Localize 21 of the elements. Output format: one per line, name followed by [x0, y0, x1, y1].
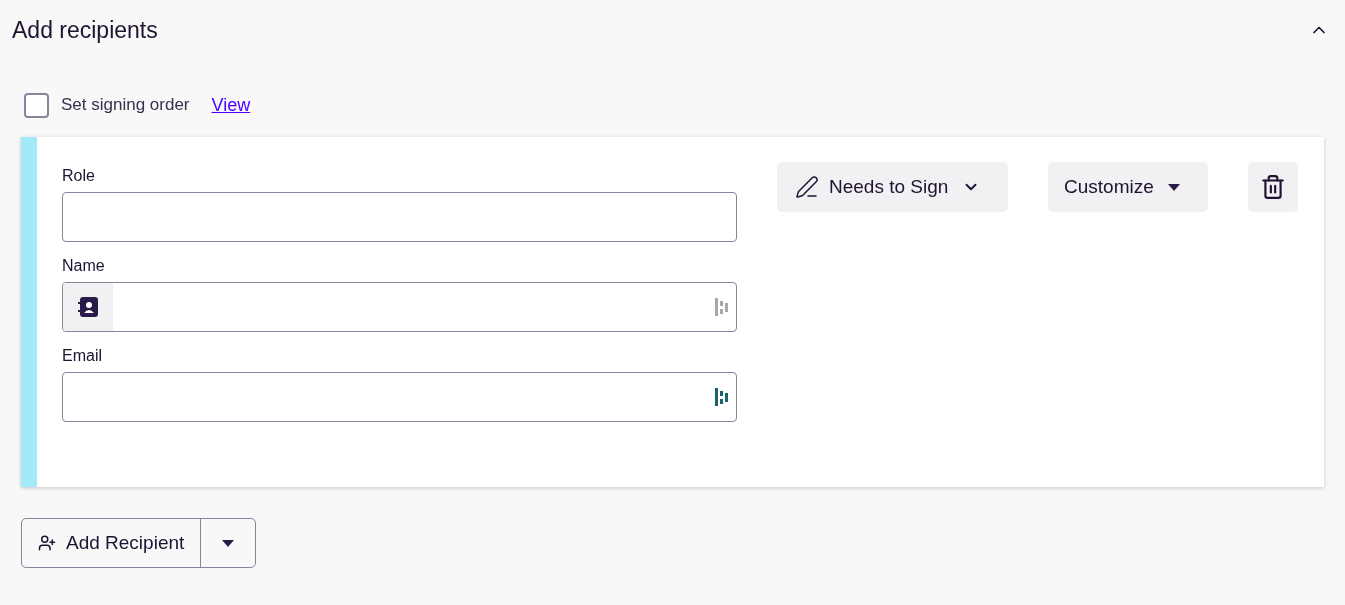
- field-label: Name: [62, 256, 106, 274]
- name-field[interactable]: [62, 282, 737, 332]
- customize-dropdown[interactable]: Customize: [1048, 162, 1208, 212]
- contact-book-icon[interactable]: [77, 297, 99, 317]
- field-label: Email: [62, 346, 103, 364]
- text-field[interactable]: [62, 192, 737, 242]
- view-link[interactable]: View: [211, 91, 251, 119]
- delete-button[interactable]: [1248, 162, 1298, 212]
- add-person-icon: [38, 534, 56, 552]
- field-label: Role: [62, 166, 96, 184]
- caret-icon: [1167, 183, 1180, 191]
- caret-icon: [222, 539, 235, 547]
- signer-action-dropdown[interactable]: Needs to Sign: [777, 162, 1008, 212]
- checkbox[interactable]: [24, 92, 49, 118]
- checkbox-label: Set signing order: [61, 94, 190, 117]
- pen-icon: [795, 175, 819, 199]
- autofill-icon: [715, 298, 729, 316]
- text-field[interactable]: [62, 372, 737, 422]
- autofill-icon: [715, 388, 729, 406]
- section-title: Add recipients: [12, 15, 158, 45]
- trash-icon: [1260, 174, 1286, 200]
